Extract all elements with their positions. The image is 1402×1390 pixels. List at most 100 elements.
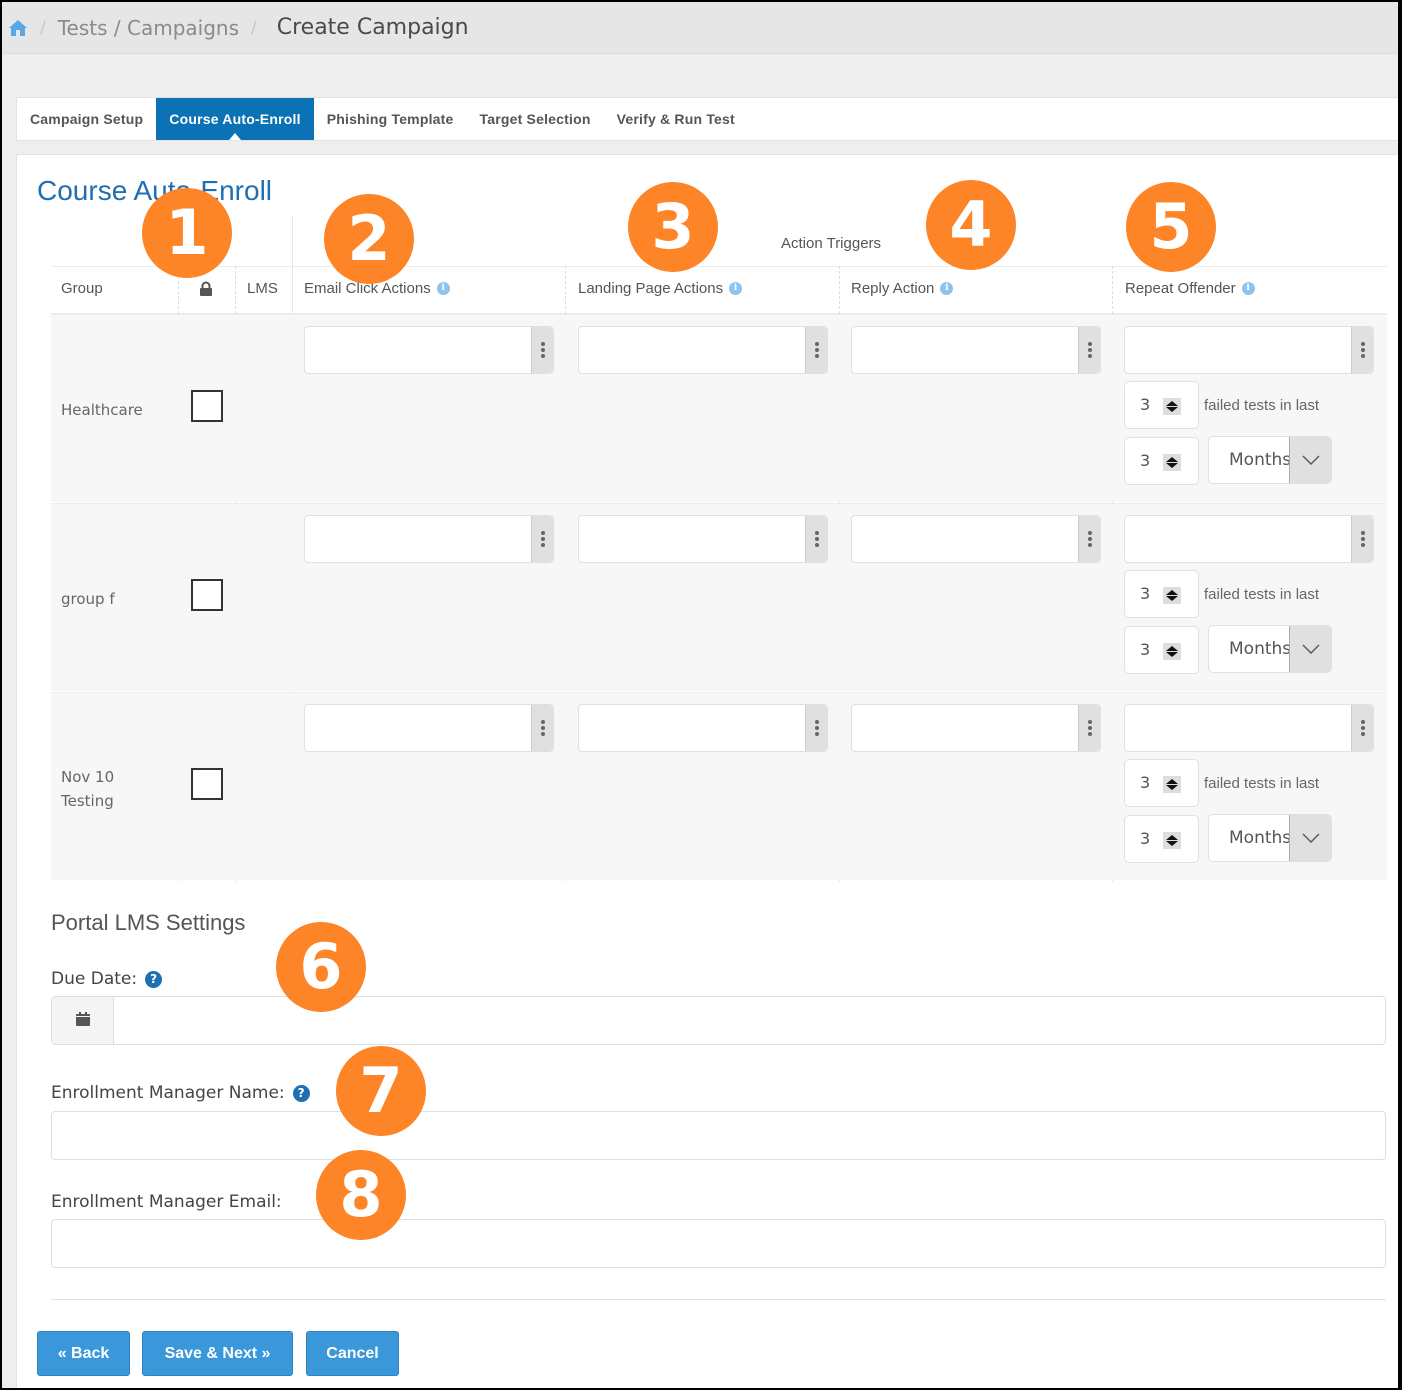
column-header-landing-page: Landing Page Actions i	[578, 280, 743, 297]
enrollment-manager-email-input[interactable]	[51, 1219, 1386, 1268]
period-count-stepper[interactable]: 3	[1124, 437, 1199, 485]
calendar-icon	[75, 1011, 91, 1031]
failed-count-stepper[interactable]: 3	[1124, 570, 1199, 618]
column-divider	[292, 217, 293, 267]
enrollment-manager-name-input[interactable]	[51, 1111, 1386, 1160]
period-unit-value: Months	[1229, 828, 1292, 848]
stepper-arrows-icon[interactable]	[1163, 643, 1181, 660]
kebab-icon[interactable]	[531, 705, 553, 751]
column-header-group: Group	[61, 280, 103, 297]
group-name: Nov 10 Testing	[61, 768, 115, 810]
reply-action-select[interactable]	[851, 326, 1101, 374]
help-icon[interactable]: ?	[292, 1084, 310, 1102]
tab-course-auto-enroll[interactable]: Course Auto-Enroll	[156, 98, 314, 140]
period-count-value: 3	[1140, 451, 1151, 470]
failed-count-stepper[interactable]: 3	[1124, 759, 1199, 807]
annotation-badge-8: 8	[316, 1150, 406, 1240]
stepper-arrows-icon[interactable]	[1163, 398, 1181, 415]
annotation-badge-4: 4	[926, 180, 1016, 270]
tab-campaign-setup[interactable]: Campaign Setup	[17, 98, 156, 140]
lms-checkbox[interactable]	[191, 768, 223, 800]
tab-phishing-template[interactable]: Phishing Template	[314, 98, 467, 140]
repeat-offender-select[interactable]	[1124, 326, 1374, 374]
enrollment-manager-email-label-text: Enrollment Manager Email:	[51, 1192, 282, 1212]
email-click-actions-select[interactable]	[304, 704, 554, 752]
kebab-icon[interactable]	[805, 516, 827, 562]
failed-tests-label: failed tests in last	[1204, 586, 1320, 603]
lock-icon	[199, 281, 213, 297]
period-count-stepper[interactable]: 3	[1124, 626, 1199, 674]
table-row: group f 3 failed tests in last 3 Months	[51, 503, 1387, 691]
save-next-button[interactable]: Save & Next »	[142, 1331, 293, 1376]
annotation-badge-6: 6	[276, 922, 366, 1012]
stepper-arrows-icon[interactable]	[1163, 776, 1181, 793]
kebab-icon[interactable]	[1351, 516, 1373, 562]
failed-count-stepper[interactable]: 3	[1124, 381, 1199, 429]
stepper-arrows-icon[interactable]	[1163, 587, 1181, 604]
kebab-icon[interactable]	[531, 327, 553, 373]
chevron-down-icon[interactable]	[1289, 626, 1331, 672]
kebab-icon[interactable]	[805, 327, 827, 373]
failed-tests-label: failed tests in last	[1204, 775, 1320, 792]
back-button[interactable]: « Back	[37, 1331, 130, 1376]
landing-page-actions-select[interactable]	[578, 515, 828, 563]
breadcrumb-parent-link[interactable]: Tests / Campaigns	[58, 16, 239, 40]
period-unit-select[interactable]: Months	[1208, 436, 1332, 484]
annotation-badge-7: 7	[336, 1046, 426, 1136]
column-header-repeat-offender: Repeat Offender i	[1125, 280, 1255, 297]
annotation-badge-1: 1	[142, 188, 232, 278]
kebab-icon[interactable]	[1351, 705, 1373, 751]
enrollment-manager-name-label: Enrollment Manager Name: ?	[51, 1083, 310, 1103]
period-count-stepper[interactable]: 3	[1124, 815, 1199, 863]
annotation-badge-2: 2	[324, 194, 414, 284]
stepper-arrows-icon[interactable]	[1163, 832, 1181, 849]
repeat-offender-select[interactable]	[1124, 704, 1374, 752]
chevron-down-icon[interactable]	[1289, 815, 1331, 861]
period-unit-value: Months	[1229, 639, 1292, 659]
period-count-value: 3	[1140, 829, 1151, 848]
due-date-field[interactable]	[51, 996, 1386, 1045]
info-icon[interactable]: i	[436, 282, 450, 295]
breadcrumb-separator: /	[40, 17, 46, 38]
column-header-lms: LMS	[247, 280, 278, 297]
help-icon[interactable]: ?	[145, 970, 163, 988]
info-icon[interactable]: i	[940, 282, 954, 295]
email-click-actions-select[interactable]	[304, 326, 554, 374]
due-date-label-text: Due Date:	[51, 969, 138, 989]
period-unit-select[interactable]: Months	[1208, 814, 1332, 862]
tab-verify-run-test[interactable]: Verify & Run Test	[604, 98, 748, 140]
kebab-icon[interactable]	[1078, 516, 1100, 562]
lms-checkbox[interactable]	[191, 390, 223, 422]
chevron-down-icon[interactable]	[1289, 437, 1331, 483]
reply-action-select[interactable]	[851, 515, 1101, 563]
breadcrumb-current: Create Campaign	[276, 15, 469, 40]
kebab-icon[interactable]	[1351, 327, 1373, 373]
calendar-button[interactable]	[52, 997, 114, 1044]
stepper-arrows-icon[interactable]	[1163, 454, 1181, 471]
landing-page-actions-select[interactable]	[578, 326, 828, 374]
portal-lms-settings-title: Portal LMS Settings	[51, 910, 246, 935]
landing-page-actions-select[interactable]	[578, 704, 828, 752]
home-icon[interactable]	[8, 18, 28, 38]
repeat-offender-select[interactable]	[1124, 515, 1374, 563]
failed-count-value: 3	[1140, 773, 1151, 792]
column-header-reply: Reply Action i	[851, 280, 954, 297]
kebab-icon[interactable]	[805, 705, 827, 751]
table-row: Healthcare 3 failed tests in last 3 Mont…	[51, 314, 1387, 502]
lms-checkbox[interactable]	[191, 579, 223, 611]
column-header-label: Repeat Offender	[1125, 280, 1236, 297]
wizard-tabs: Campaign Setup Course Auto-Enroll Phishi…	[16, 97, 1398, 141]
info-icon[interactable]: i	[1241, 282, 1255, 295]
info-icon[interactable]: i	[729, 282, 743, 295]
kebab-icon[interactable]	[1078, 327, 1100, 373]
email-click-actions-select[interactable]	[304, 515, 554, 563]
tab-target-selection[interactable]: Target Selection	[467, 98, 604, 140]
period-unit-select[interactable]: Months	[1208, 625, 1332, 673]
failed-count-value: 3	[1140, 395, 1151, 414]
kebab-icon[interactable]	[531, 516, 553, 562]
kebab-icon[interactable]	[1078, 705, 1100, 751]
course-auto-enroll-panel: Course Auto-Enroll Action Triggers Group…	[16, 154, 1398, 1388]
reply-action-select[interactable]	[851, 704, 1101, 752]
column-header-label: Landing Page Actions	[578, 280, 724, 297]
cancel-button[interactable]: Cancel	[306, 1331, 399, 1376]
